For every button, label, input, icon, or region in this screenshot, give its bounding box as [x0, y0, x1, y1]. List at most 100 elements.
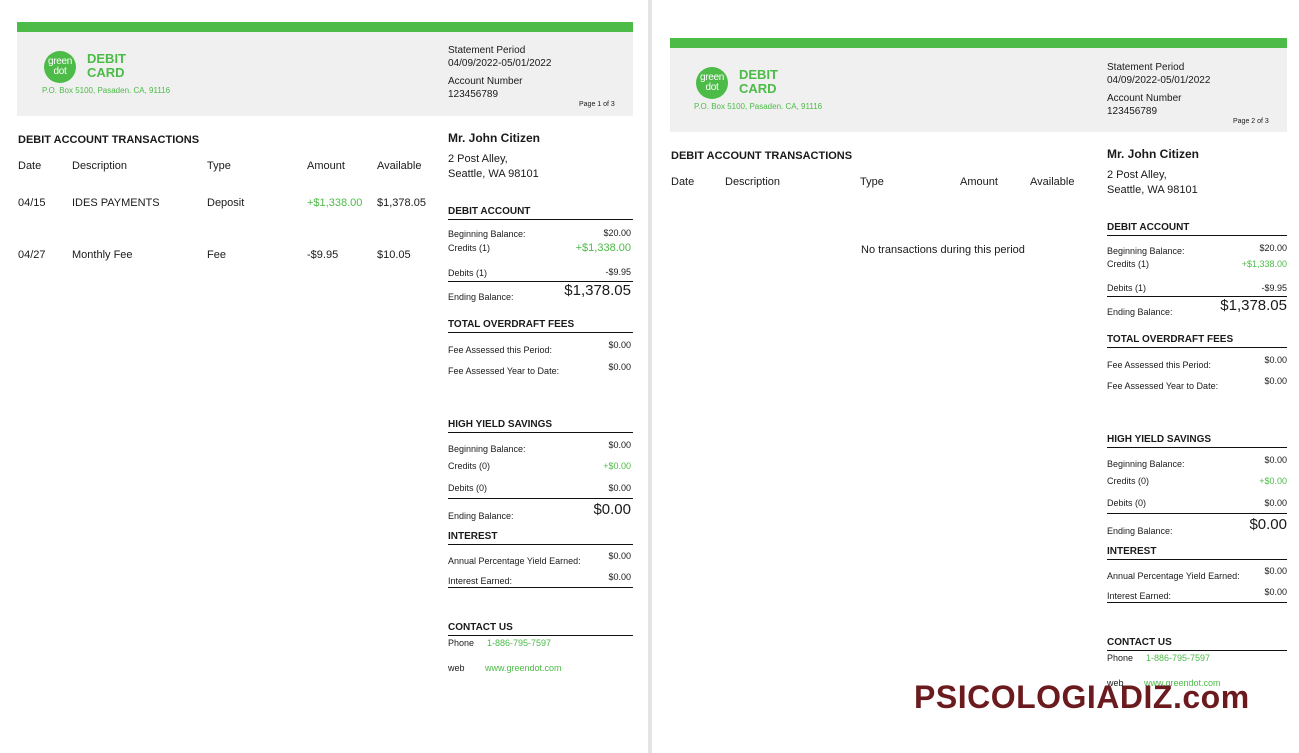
customer-address: 2 Post Alley, Seattle, WA 98101 [1107, 168, 1198, 198]
debit-beginning-label: Beginning Balance: [448, 229, 526, 239]
rule [1107, 602, 1287, 603]
transactions-title: DEBIT ACCOUNT TRANSACTIONS [18, 134, 200, 146]
row-amount: -$9.95 [307, 249, 339, 261]
col-header-type: Type [860, 176, 884, 188]
debit-beginning-value: $20.00 [1259, 243, 1287, 253]
savings-ending-label: Ending Balance: [1107, 526, 1173, 536]
rule [448, 219, 633, 220]
account-number-label: Account Number [1107, 93, 1182, 104]
savings-beginning-value: $0.00 [1264, 455, 1287, 465]
account-number-value: 123456789 [1107, 106, 1158, 117]
row-description: IDES PAYMENTS [72, 197, 160, 209]
interest-title: INTEREST [448, 531, 498, 542]
debit-beginning-label: Beginning Balance: [1107, 246, 1185, 256]
interest-apy-value: $0.00 [608, 551, 631, 561]
col-header-available: Available [1030, 176, 1075, 188]
rule [448, 332, 633, 333]
savings-beginning-label: Beginning Balance: [1107, 459, 1185, 469]
col-header-date: Date [18, 160, 42, 172]
transactions-title: DEBIT ACCOUNT TRANSACTIONS [671, 150, 853, 162]
account-number-label: Account Number [448, 76, 523, 87]
interest-earned-value: $0.00 [1264, 587, 1287, 597]
row-amount: +$1,338.00 [307, 197, 363, 209]
rule [1107, 347, 1287, 348]
brand-line-1: DEBIT [739, 67, 778, 82]
company-address: P.O. Box 5100, Pasaden. CA, 91116 [42, 86, 171, 95]
contact-phone-link[interactable]: 1-886-795-7597 [1146, 653, 1210, 663]
interest-apy-value: $0.00 [1264, 566, 1287, 576]
savings-debits-label: Debits (0) [448, 483, 488, 493]
rule [1107, 513, 1287, 514]
contact-web-link[interactable]: www.greendot.com [485, 663, 562, 673]
debit-account-title: DEBIT ACCOUNT [1107, 222, 1190, 233]
debit-beginning-value: $20.00 [603, 228, 631, 238]
col-header-amount: Amount [960, 176, 998, 188]
rule [448, 544, 633, 545]
company-address: P.O. Box 5100, Pasaden. CA, 91116 [694, 102, 823, 111]
customer-address: 2 Post Alley, Seattle, WA 98101 [448, 152, 539, 182]
customer-address-line-1: 2 Post Alley, [448, 153, 508, 165]
col-header-date: Date [671, 176, 695, 188]
row-available: $10.05 [377, 249, 411, 261]
overdraft-title: TOTAL OVERDRAFT FEES [448, 319, 575, 330]
interest-apy-label: Annual Percentage Yield Earned: [448, 556, 581, 566]
overdraft-period-label: Fee Assessed this Period: [448, 345, 553, 355]
customer-name: Mr. John Citizen [448, 131, 541, 145]
contact-phone-link[interactable]: 1-886-795-7597 [487, 638, 551, 648]
customer-name: Mr. John Citizen [1107, 147, 1200, 161]
page-number: Page 2 of 3 [1233, 118, 1269, 125]
savings-credits-value: +$0.00 [1259, 476, 1287, 486]
debit-debits-value: -$9.95 [605, 267, 631, 277]
statement-page-2: green dot DEBIT CARD P.O. Box 5100, Pasa… [652, 0, 1299, 753]
overdraft-period-value: $0.00 [1264, 355, 1287, 365]
rule [1107, 559, 1287, 560]
statement-period-label: Statement Period [1107, 62, 1185, 73]
savings-ending-value: $0.00 [593, 501, 631, 518]
debit-ending-value: $1,378.05 [1220, 297, 1287, 314]
debit-credits-label: Credits (1) [448, 243, 491, 253]
debit-ending-label: Ending Balance: [1107, 307, 1173, 317]
customer-address-line-1: 2 Post Alley, [1107, 169, 1167, 181]
col-header-description: Description [725, 176, 781, 188]
savings-credits-label: Credits (0) [448, 461, 491, 471]
statement-period-value: 04/09/2022-05/01/2022 [448, 58, 552, 69]
savings-title: HIGH YIELD SAVINGS [1107, 434, 1212, 445]
overdraft-ytd-label: Fee Assessed Year to Date: [448, 366, 560, 376]
overdraft-ytd-label: Fee Assessed Year to Date: [1107, 381, 1219, 391]
savings-debits-value: $0.00 [608, 483, 631, 493]
brand-line-2: CARD [87, 65, 125, 80]
col-header-description: Description [72, 160, 128, 172]
row-type: Deposit [207, 197, 245, 209]
debit-debits-label: Debits (1) [1107, 283, 1147, 293]
contact-web-label: web [448, 663, 465, 673]
row-date: 04/15 [18, 197, 46, 209]
brand-line-1: DEBIT [87, 51, 126, 66]
rule [1107, 235, 1287, 236]
brand-line-2: CARD [739, 81, 777, 96]
debit-ending-label: Ending Balance: [448, 292, 514, 302]
account-number-value: 123456789 [448, 89, 499, 100]
interest-earned-label: Interest Earned: [448, 576, 513, 586]
savings-debits-value: $0.00 [1264, 498, 1287, 508]
interest-earned-label: Interest Earned: [1107, 591, 1172, 601]
overdraft-ytd-value: $0.00 [608, 362, 631, 372]
savings-title: HIGH YIELD SAVINGS [448, 419, 553, 430]
savings-credits-label: Credits (0) [1107, 476, 1150, 486]
rule [448, 498, 633, 499]
green-dot-logo: green dot [696, 67, 728, 99]
row-available: $1,378.05 [377, 197, 426, 209]
debit-credits-label: Credits (1) [1107, 259, 1150, 269]
brand-title: DEBIT CARD [87, 52, 126, 80]
customer-address-line-2: Seattle, WA 98101 [448, 168, 539, 180]
row-date: 04/27 [18, 249, 46, 261]
contact-title: CONTACT US [448, 622, 513, 633]
contact-phone-label: Phone [448, 638, 475, 648]
debit-debits-value: -$9.95 [1261, 283, 1287, 293]
debit-debits-label: Debits (1) [448, 268, 488, 278]
row-type: Fee [207, 249, 226, 261]
row-description: Monthly Fee [72, 249, 133, 261]
contact-title: CONTACT US [1107, 637, 1172, 648]
debit-account-title: DEBIT ACCOUNT [448, 206, 531, 217]
overdraft-ytd-value: $0.00 [1264, 376, 1287, 386]
interest-earned-value: $0.00 [608, 572, 631, 582]
